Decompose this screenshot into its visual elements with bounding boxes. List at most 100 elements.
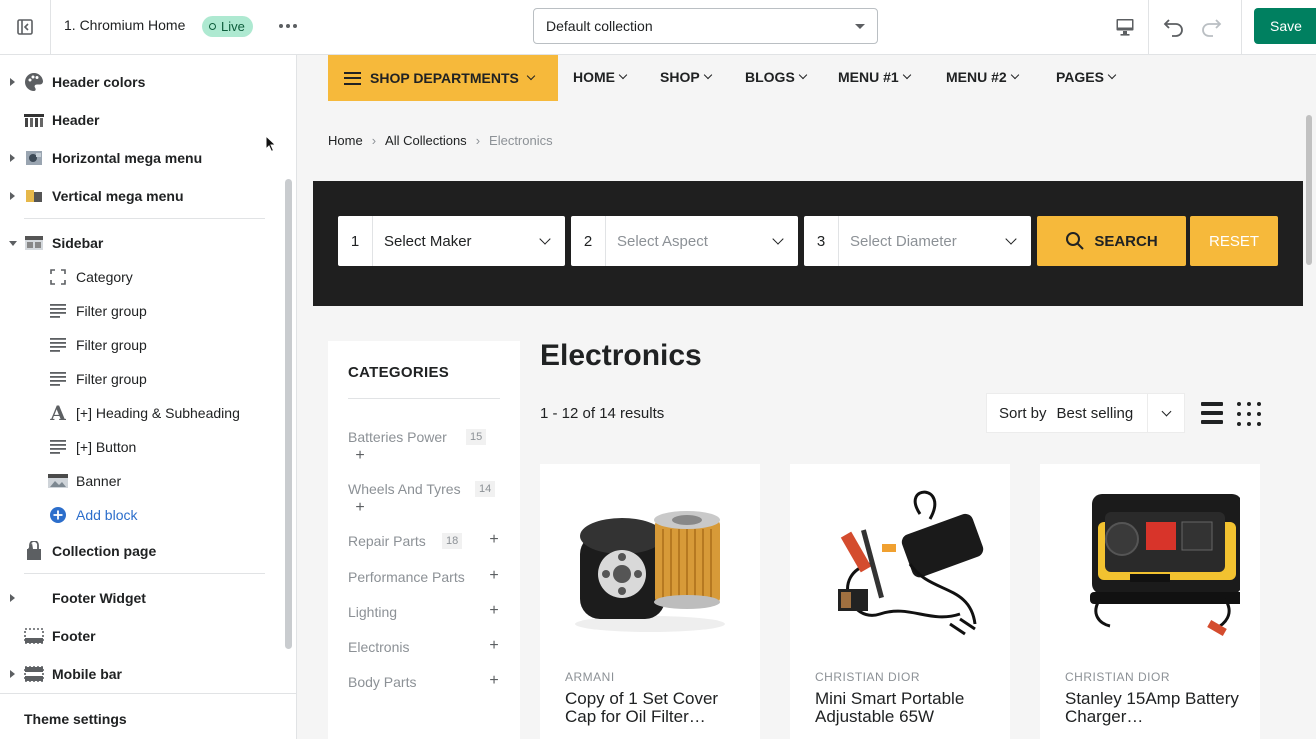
plus-icon[interactable]: + [488, 673, 500, 689]
breadcrumb-home-link[interactable]: Home [328, 133, 363, 148]
nav-item-menu-2[interactable]: MENU #2 [946, 69, 1019, 85]
product-card[interactable]: CHRISTIAN DIOR Stanley 15Amp Battery Cha… [1040, 464, 1260, 739]
section-footer[interactable]: Footer [0, 620, 280, 652]
plus-icon[interactable]: + [354, 448, 366, 464]
list-view-icon[interactable] [1201, 402, 1223, 424]
results-count: 1 - 12 of 14 results [540, 405, 665, 422]
nav-item-menu-1[interactable]: MENU #1 [838, 69, 911, 85]
section-mobile-bar[interactable]: Mobile bar [0, 658, 280, 690]
undo-button[interactable] [1160, 13, 1188, 41]
nav-item-pages[interactable]: PAGES [1056, 69, 1117, 85]
redo-button[interactable] [1197, 13, 1225, 41]
plus-icon[interactable]: + [488, 532, 500, 548]
chevron-down-icon [1148, 406, 1184, 416]
expand-arrow-icon[interactable] [10, 670, 15, 678]
preview-scrollbar[interactable] [1306, 115, 1312, 265]
breadcrumb-current: Electronics [489, 133, 553, 148]
block-category[interactable]: Category [0, 261, 280, 293]
crop-icon [48, 267, 68, 287]
nav-item-shop[interactable]: SHOP [660, 69, 712, 85]
block-heading-subheading[interactable]: A [+] Heading & Subheading [0, 397, 280, 429]
desktop-preview-button[interactable] [1102, 0, 1149, 54]
battery-charger-product-image [1090, 494, 1240, 636]
lines-icon [48, 369, 68, 389]
category-count-badge: 14 [475, 481, 496, 497]
chevron-down-icon [772, 233, 784, 245]
section-vertical-mega-menu[interactable]: Vertical mega menu [0, 180, 280, 212]
product-title[interactable]: Copy of 1 Set Cover Cap for Oil Filter… [565, 690, 750, 726]
block-button[interactable]: [+] Button [0, 431, 280, 463]
collection-select-value: Default collection [546, 18, 653, 34]
collection-icon [24, 541, 44, 561]
block-banner[interactable]: Banner [0, 465, 280, 497]
header-thumb-icon [24, 110, 44, 130]
save-button[interactable]: Save [1254, 8, 1316, 44]
chevron-down-icon [798, 70, 808, 80]
divider [348, 398, 500, 399]
plus-icon[interactable]: + [354, 500, 366, 516]
section-collection-page[interactable]: Collection page [0, 535, 280, 567]
dot-icon [293, 24, 297, 28]
plus-icon[interactable]: + [488, 603, 500, 619]
category-link[interactable]: Body Parts [348, 674, 416, 690]
block-filter-group[interactable]: Filter group [0, 329, 280, 361]
product-title[interactable]: Stanley 15Amp Battery Charger… [1065, 690, 1250, 726]
search-button[interactable]: SEARCH [1037, 216, 1186, 266]
plus-icon[interactable]: + [488, 638, 500, 654]
collection-select[interactable]: Default collection [533, 8, 878, 44]
collapse-arrow-icon[interactable] [9, 241, 17, 246]
select-maker[interactable]: 1 Select Maker [338, 216, 565, 266]
breadcrumb-collections-link[interactable]: All Collections [385, 133, 467, 148]
exit-button[interactable] [0, 0, 51, 54]
add-block-label: Add block [76, 507, 138, 523]
chevron-down-icon [539, 233, 551, 245]
category-link[interactable]: Batteries Power [348, 429, 447, 445]
reset-button[interactable]: RESET [1190, 216, 1278, 266]
block-filter-group[interactable]: Filter group [0, 363, 280, 395]
expand-arrow-icon[interactable] [10, 594, 15, 602]
grid-view-icon[interactable] [1237, 402, 1261, 426]
sections-sidebar: Header colors Header Horizontal mega men… [0, 55, 297, 739]
dot-icon [279, 24, 283, 28]
collection-title: Electronics [540, 339, 702, 372]
section-header[interactable]: Header [0, 104, 280, 136]
expand-arrow-icon[interactable] [10, 78, 15, 86]
search-button-label: SEARCH [1094, 232, 1158, 250]
product-title[interactable]: Mini Smart Portable Adjustable 65W [815, 690, 1000, 726]
sidebar-scrollbar[interactable] [285, 179, 292, 649]
category-link[interactable]: Lighting [348, 604, 397, 620]
more-actions-button[interactable] [276, 14, 300, 38]
select-step-number: 1 [338, 216, 373, 266]
nav-item-blogs[interactable]: BLOGS [745, 69, 808, 85]
category-link[interactable]: Wheels And Tyres [348, 481, 461, 497]
divider [24, 218, 265, 219]
theme-settings-button[interactable]: Theme settings [0, 693, 296, 739]
section-header-colors[interactable]: Header colors [0, 66, 280, 98]
block-filter-group[interactable]: Filter group [0, 295, 280, 327]
nav-item-home[interactable]: HOME [573, 69, 628, 85]
shop-departments-button[interactable]: SHOP DEPARTMENTS [328, 55, 558, 101]
plus-icon[interactable]: + [488, 568, 500, 584]
category-link[interactable]: Electronis [348, 639, 409, 655]
select-diameter[interactable]: 3 Select Diameter [804, 216, 1031, 266]
categories-panel: CATEGORIES Batteries Power 15 + Wheels A… [328, 341, 520, 739]
select-aspect[interactable]: 2 Select Aspect [571, 216, 798, 266]
sort-select[interactable]: Sort by Best selling [986, 393, 1185, 433]
product-vendor: ARMANI [565, 670, 615, 684]
expand-arrow-icon[interactable] [10, 154, 15, 162]
expand-arrow-icon[interactable] [10, 192, 15, 200]
add-block-button[interactable]: Add block [0, 499, 200, 531]
section-label: Vertical mega menu [52, 188, 184, 204]
section-sidebar[interactable]: Sidebar [0, 227, 280, 259]
section-label: Footer [52, 628, 96, 644]
nav-label: MENU #1 [838, 69, 899, 85]
product-card[interactable]: CHRISTIAN DIOR Mini Smart Portable Adjus… [790, 464, 1010, 739]
category-link[interactable]: Performance Parts [348, 569, 465, 585]
product-card[interactable]: ARMANI Copy of 1 Set Cover Cap for Oil F… [540, 464, 760, 739]
store-preview: SHOP DEPARTMENTS HOME SHOP BLOGS MENU #1… [297, 55, 1316, 739]
category-link[interactable]: Repair Parts [348, 533, 426, 549]
category-count-badge: 18 [442, 533, 463, 549]
section-horizontal-mega-menu[interactable]: Horizontal mega menu [0, 142, 280, 174]
section-footer-widget[interactable]: Footer Widget [0, 582, 280, 614]
vertical-menu-thumb-icon [24, 186, 44, 206]
